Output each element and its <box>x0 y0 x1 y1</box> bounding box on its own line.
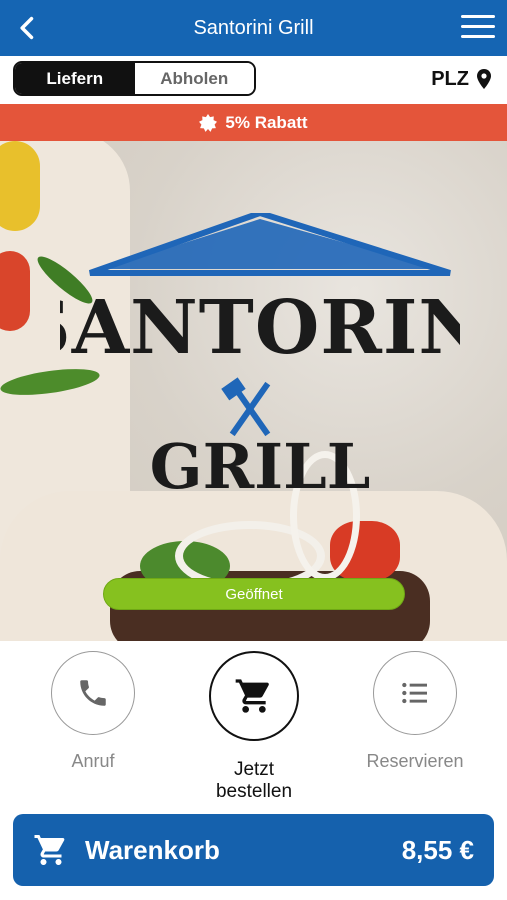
quick-actions: Anruf Jetzt bestellen Reservieren <box>0 641 507 803</box>
order-mode-toggle: Liefern Abholen <box>13 61 256 96</box>
open-status-badge[interactable]: Geöffnet <box>103 578 405 610</box>
call-label: Anruf <box>71 751 115 771</box>
cart-label: Warenkorb <box>85 834 220 865</box>
call-button[interactable] <box>51 651 135 735</box>
order-now-label: Jetzt bestellen <box>215 759 293 802</box>
hero-image: SANTORINI GRILL Geöffnet <box>0 141 507 641</box>
restaurant-logo: SANTORINI GRILL <box>60 213 460 503</box>
order-now-button[interactable] <box>209 651 299 741</box>
cart-icon <box>34 835 65 865</box>
cart-button[interactable]: Warenkorb 8,55 € <box>13 814 494 886</box>
order-now-action[interactable]: Jetzt bestellen <box>194 651 314 803</box>
reserve-action[interactable]: Reservieren <box>355 651 475 772</box>
list-icon <box>402 682 427 704</box>
logo-subtitle: GRILL <box>150 430 371 503</box>
plz-label: PLZ <box>431 67 469 90</box>
page-title: Santorini Grill <box>193 17 314 39</box>
plz-selector[interactable]: PLZ <box>431 66 491 92</box>
badge-star-icon <box>199 113 218 132</box>
hamburger-menu-icon[interactable] <box>461 15 495 41</box>
reserve-label: Reservieren <box>366 751 464 771</box>
call-action[interactable]: Anruf <box>33 651 153 772</box>
mode-option-abholen[interactable]: Abholen <box>134 63 254 94</box>
grill-utensils-icon <box>221 377 271 437</box>
mode-option-liefern[interactable]: Liefern <box>15 63 135 94</box>
discount-banner: 5% Rabatt <box>0 104 507 141</box>
map-pin-icon <box>477 69 491 89</box>
logo-title: SANTORINI <box>60 285 460 371</box>
app-header: Santorini Grill <box>0 0 507 56</box>
cart-total: 8,55 € <box>401 834 474 865</box>
reserve-button[interactable] <box>373 651 457 735</box>
discount-text: 5% Rabatt <box>225 112 308 132</box>
phone-icon <box>80 680 106 706</box>
cart-icon <box>235 679 269 713</box>
